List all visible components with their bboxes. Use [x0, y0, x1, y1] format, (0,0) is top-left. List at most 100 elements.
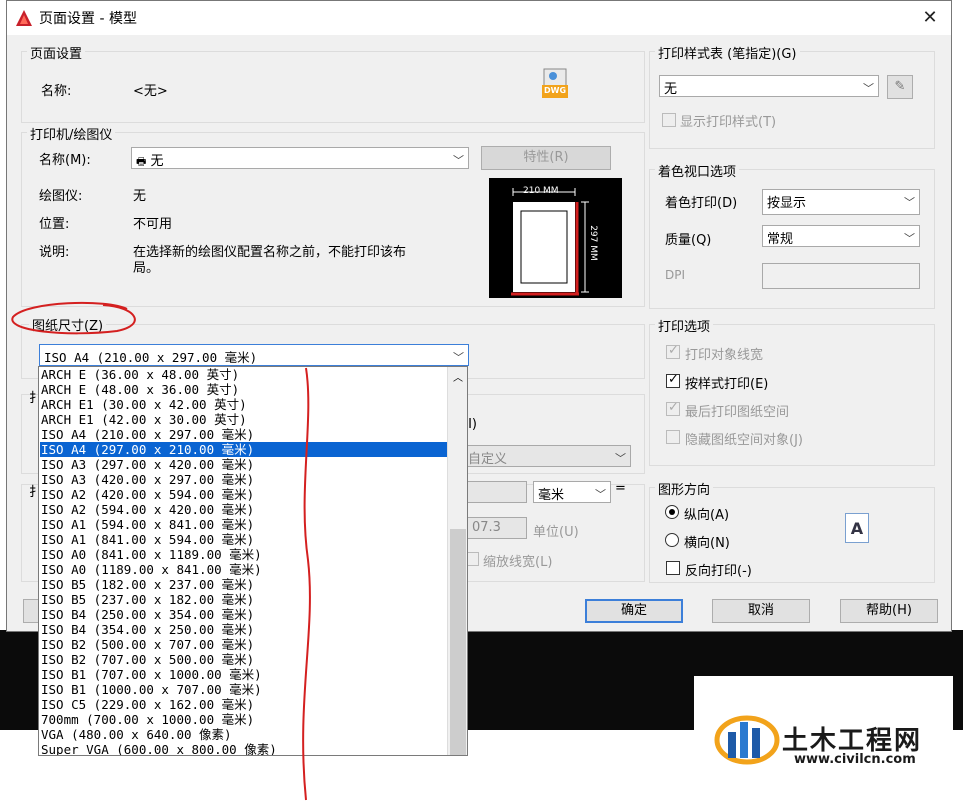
quality-combo[interactable]: 常规 ﹀ [762, 225, 920, 247]
plot-lineweights-label: 打印对象线宽 [685, 348, 764, 363]
plot-with-styles-checkbox[interactable]: ✓ [666, 372, 680, 388]
paper-size-option[interactable]: VGA (480.00 x 640.00 像素) [40, 727, 232, 742]
plot-paperspace-last-checkbox[interactable]: ✓ [666, 400, 680, 416]
unit-combo[interactable]: 毫米 ﹀ [533, 481, 611, 503]
ok-button[interactable]: 确定 [585, 599, 683, 623]
plot-lineweights-checkbox[interactable]: ✓ [666, 343, 680, 359]
plot-style-table-label: 打印样式表 (笔指定)(G) [655, 43, 800, 62]
printer-icon: 🖶 [136, 155, 147, 168]
paper-size-option[interactable]: 700mm (700.00 x 1000.00 毫米) [40, 712, 254, 727]
quality-value: 常规 [767, 232, 794, 247]
edit-plot-style-button[interactable]: ✎ [887, 75, 913, 99]
chevron-down-icon: ﹀ [904, 232, 915, 245]
watermark-url: www.civilcn.com [794, 752, 916, 767]
paper-size-option[interactable]: ISO A2 (420.00 x 594.00 毫米) [40, 487, 254, 502]
preview-width-label: 210 MM [523, 186, 559, 196]
upside-down-checkbox[interactable] [666, 561, 680, 575]
plot-style-table-group [649, 51, 935, 149]
plot-style-table-combo[interactable]: 无 ﹀ [659, 75, 879, 97]
paper-size-combo[interactable]: ISO A4 (210.00 x 297.00 毫米) ﹀ [39, 344, 469, 366]
red-circle-annotation [11, 301, 136, 335]
paper-size-option[interactable]: ISO B4 (250.00 x 354.00 毫米) [40, 607, 254, 622]
landscape-label: 横向(N) [684, 536, 730, 551]
chevron-down-icon: ﹀ [615, 452, 626, 465]
dpi-label: DPI [665, 268, 686, 282]
printer-name-combo[interactable]: 🖶 无 ﹀ [131, 147, 469, 169]
paper-size-option[interactable]: ISO A2 (594.00 x 420.00 毫米) [40, 502, 254, 517]
autocad-app-icon [16, 10, 32, 26]
paper-size-option[interactable]: ISO A1 (841.00 x 594.00 毫米) [40, 532, 254, 547]
shade-plot-value: 按显示 [767, 196, 807, 211]
scale-input-2[interactable]: 07.3 [467, 517, 527, 539]
paper-size-option[interactable]: ISO A1 (594.00 x 841.00 毫米) [40, 517, 254, 532]
chevron-up-icon[interactable]: ︿ [453, 369, 463, 384]
paper-size-option[interactable]: ISO B1 (1000.00 x 707.00 毫米) [40, 682, 262, 697]
scrollbar-thumb[interactable] [450, 529, 466, 755]
display-plot-styles-checkbox[interactable] [662, 113, 676, 127]
paper-size-option[interactable]: ISO A4 (210.00 x 297.00 毫米) [40, 427, 254, 442]
paper-size-option[interactable]: ARCH E1 (30.00 x 42.00 英寸) [40, 397, 247, 412]
quality-label: 质量(Q) [665, 233, 712, 248]
shade-plot-combo[interactable]: 按显示 ﹀ [762, 189, 920, 215]
landscape-radio[interactable] [665, 533, 679, 547]
civilcn-logo-icon [714, 715, 780, 765]
plot-style-table-value: 无 [664, 82, 678, 97]
chevron-down-icon: ﹀ [595, 488, 606, 501]
cancel-button[interactable]: 取消 [712, 599, 810, 623]
dpi-input[interactable] [762, 263, 920, 289]
scale-combo[interactable]: 自定义 ﹀ [463, 445, 631, 467]
preview-height-label: 297 MM [587, 225, 598, 261]
orientation-page-icon: A [845, 513, 869, 543]
plotter-label: 绘图仪: [39, 189, 83, 204]
scale-input-1[interactable] [467, 481, 527, 503]
location-label: 位置: [39, 217, 70, 232]
red-line-annotation [302, 367, 311, 801]
close-button[interactable]: ✕ [915, 5, 945, 31]
paper-size-option[interactable]: ISO B2 (500.00 x 707.00 毫米) [40, 637, 254, 652]
description-line-1: 在选择新的绘图仪配置名称之前，不能打印该布 [133, 245, 407, 260]
paper-size-option[interactable]: ISO A0 (1189.00 x 841.00 毫米) [40, 562, 262, 577]
scale-custom-value: 自定义 [468, 452, 508, 467]
paper-size-option[interactable]: ISO B1 (707.00 x 1000.00 毫米) [40, 667, 262, 682]
scale-lineweights-label: 缩放线宽(L) [483, 555, 553, 570]
paper-size-option[interactable]: ISO B5 (182.00 x 237.00 毫米) [40, 577, 254, 592]
page-setup-name-label: 名称: [41, 84, 72, 99]
paper-size-option[interactable]: Super VGA (600.00 x 800.00 像素) [40, 742, 277, 755]
paper-size-option[interactable]: ARCH E (36.00 x 48.00 英寸) [40, 367, 239, 382]
paper-size-option[interactable]: ISO A3 (297.00 x 420.00 毫米) [40, 457, 254, 472]
chevron-down-icon: ﹀ [453, 351, 464, 364]
display-plot-styles-label: 显示打印样式(T) [680, 115, 777, 130]
portrait-radio[interactable] [665, 505, 679, 519]
orientation-label: 图形方向 [655, 479, 714, 498]
help-button[interactable]: 帮助(H) [840, 599, 938, 623]
paper-size-option[interactable]: ISO A4 (297.00 x 210.00 毫米) [40, 442, 447, 457]
paper-size-selected: ISO A4 (210.00 x 297.00 毫米) [44, 350, 258, 365]
description-line-2: 局。 [133, 261, 160, 276]
unit-value: 毫米 [538, 488, 565, 503]
hide-paperspace-objects-checkbox[interactable] [666, 430, 680, 444]
equals-sign: = [615, 481, 626, 496]
printer-name-label: 名称(M): [39, 153, 91, 168]
page-setup-name-value: <无> [133, 84, 168, 99]
paper-size-option[interactable]: ISO A0 (841.00 x 1189.00 毫米) [40, 547, 262, 562]
location-value: 不可用 [133, 217, 173, 232]
dropdown-scrollbar[interactable]: ︿ [447, 367, 467, 755]
plotter-value: 无 [133, 189, 147, 204]
chevron-down-icon: ﹀ [863, 82, 874, 95]
portrait-label: 纵向(A) [684, 508, 730, 523]
edit-pencil-icon: ✎ [894, 79, 906, 94]
page-setup-group-label: 页面设置 [27, 43, 86, 62]
paper-size-option[interactable]: ISO A3 (420.00 x 297.00 毫米) [40, 472, 254, 487]
paper-size-option[interactable]: ARCH E (48.00 x 36.00 英寸) [40, 382, 239, 397]
shade-plot-label: 着色打印(D) [665, 196, 738, 211]
properties-button[interactable]: 特性(R) [481, 146, 611, 170]
paper-size-option[interactable]: ISO C5 (229.00 x 162.00 毫米) [40, 697, 254, 712]
paper-size-option[interactable]: ISO B4 (354.00 x 250.00 毫米) [40, 622, 254, 637]
paper-size-dropdown-list[interactable]: ARCH E (36.00 x 48.00 英寸) ARCH E (48.00 x… [38, 366, 468, 756]
chevron-down-icon: ﹀ [904, 196, 915, 209]
paper-size-option[interactable]: ARCH E1 (42.00 x 30.00 英寸) [40, 412, 247, 427]
printer-name-value: 无 [150, 154, 164, 169]
plot-paperspace-last-label: 最后打印图纸空间 [685, 405, 790, 420]
paper-size-option[interactable]: ISO B5 (237.00 x 182.00 毫米) [40, 592, 254, 607]
paper-size-option[interactable]: ISO B2 (707.00 x 500.00 毫米) [40, 652, 254, 667]
